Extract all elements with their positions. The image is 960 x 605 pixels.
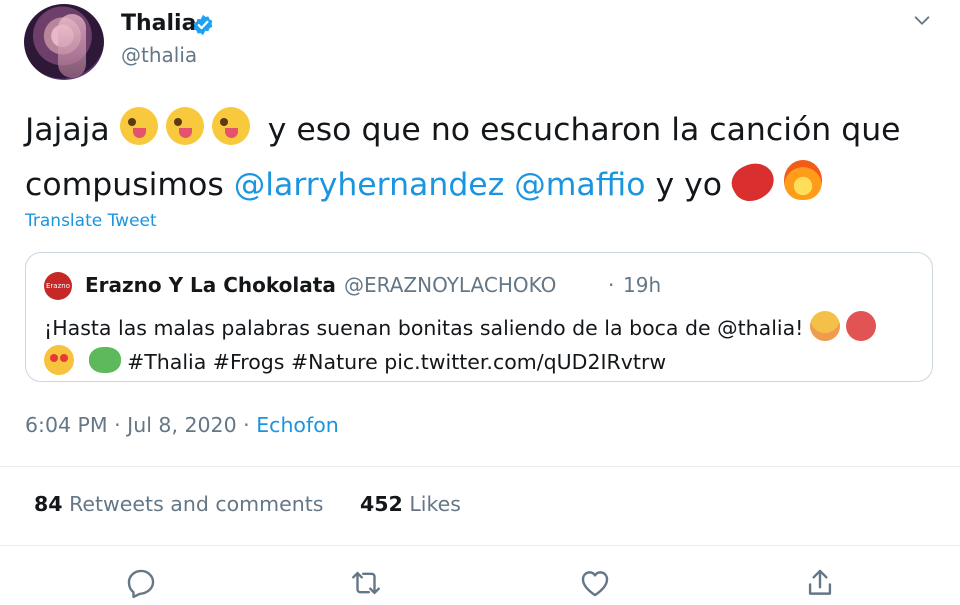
heart-eyes-emoji	[44, 345, 74, 375]
reply-icon[interactable]	[124, 566, 158, 600]
quoted-author-name[interactable]: Erazno Y La Chokolata	[85, 273, 336, 297]
quoted-timestamp[interactable]: 19h	[623, 273, 661, 297]
tweet-time-date[interactable]: 6:04 PM · Jul 8, 2020 ·	[25, 413, 250, 437]
like-icon[interactable]	[578, 566, 612, 600]
retweet-icon[interactable]	[349, 566, 383, 600]
tweet-text-start: Jajaja	[25, 112, 110, 148]
likes-count[interactable]: 452 Likes	[360, 492, 461, 516]
tweet-text-line2-end: y yo	[655, 167, 723, 203]
frog-emoji	[88, 347, 121, 373]
winking-tongue-emoji	[211, 107, 250, 145]
smiling-face-with-hearts-emoji	[809, 311, 840, 341]
mention-larryhernandez[interactable]: @larryhernandez	[234, 167, 504, 203]
winking-tongue-emoji	[119, 107, 158, 145]
quoted-author-handle[interactable]: @ERAZNOYLACHOKO	[344, 273, 556, 297]
quoted-avatar[interactable]: Erazno Chokolata	[44, 272, 79, 318]
tweet-text-line1-end: y eso que no escucharon la canción que	[267, 112, 901, 148]
quoted-tweet-card[interactable]: Erazno Chokolata Erazno Y La Chokolata @…	[25, 252, 933, 382]
divider	[0, 466, 960, 467]
share-icon[interactable]	[803, 566, 837, 600]
quoted-tweet-text: ¡Hasta las malas palabras suenan bonitas…	[44, 311, 924, 379]
author-name[interactable]: Thalia	[121, 11, 196, 36]
mention-maffio[interactable]: @maffio	[514, 167, 645, 203]
author-avatar[interactable]	[24, 4, 104, 80]
tweet-meta: 6:04 PM · Jul 8, 2020 · Echofon	[25, 413, 339, 437]
retweets-count[interactable]: 84 Retweets and comments	[34, 492, 323, 516]
quoted-text-line2: #Thalia #Frogs #Nature pic.twitter.com/q…	[127, 350, 667, 374]
tweet-stats: 84 Retweets and comments 452 Likes	[34, 492, 461, 516]
winking-tongue-emoji	[165, 107, 204, 145]
tweet-client-link[interactable]: Echofon	[256, 413, 339, 437]
quoted-separator-dot: ·	[608, 273, 615, 297]
chevron-down-icon[interactable]	[911, 10, 933, 32]
tweet-text-line2-start: compusimos	[25, 167, 224, 203]
face-with-symbols-emoji	[846, 311, 877, 341]
tweet-text: Jajaja y eso que no escucharon la canció…	[25, 103, 945, 213]
divider	[0, 545, 960, 546]
fire-emoji	[784, 160, 823, 200]
quoted-text-line1: ¡Hasta las malas palabras suenan bonitas…	[44, 316, 804, 340]
verified-badge-icon	[193, 14, 213, 36]
hot-pepper-emoji	[726, 156, 781, 208]
author-handle[interactable]: @thalia	[121, 43, 197, 67]
translate-tweet-link[interactable]: Translate Tweet	[25, 211, 157, 231]
